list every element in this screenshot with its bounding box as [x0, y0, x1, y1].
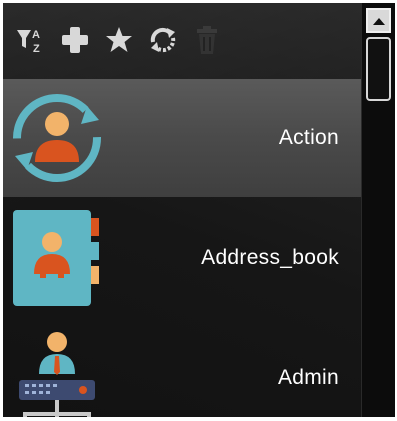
list-item-label: Address_book	[201, 246, 339, 269]
toolbar: A Z	[3, 3, 361, 77]
scroll-up-button[interactable]	[366, 8, 391, 33]
favorite-button[interactable]	[103, 24, 135, 56]
star-icon	[106, 27, 132, 52]
admin-network-icon	[19, 332, 95, 417]
delete-button[interactable]	[191, 24, 223, 56]
scroll-thumb[interactable]	[366, 37, 391, 101]
app-window: A Z Action Address_book Admin	[3, 3, 395, 417]
sort-letter-top: A	[32, 29, 40, 41]
sort-az-button[interactable]: A Z	[15, 24, 47, 56]
refresh-icon	[150, 27, 176, 53]
arrow-up-icon	[372, 17, 385, 25]
list-item-label: Admin	[277, 366, 339, 389]
refresh-button[interactable]	[147, 24, 179, 56]
sort-az-icon: A Z	[17, 29, 40, 55]
user-sync-icon	[13, 94, 101, 182]
list-item-action[interactable]: Action	[3, 79, 361, 197]
category-list: Action Address_book Admin	[3, 79, 361, 417]
vertical-scrollbar[interactable]	[361, 3, 395, 417]
address-book-icon	[13, 210, 99, 306]
add-button[interactable]	[59, 24, 91, 56]
list-item-admin[interactable]: Admin	[3, 319, 361, 417]
list-item-label: Action	[278, 126, 339, 149]
trash-icon	[197, 26, 217, 54]
list-item-address-book[interactable]: Address_book	[3, 199, 361, 317]
add-icon	[62, 27, 88, 53]
sort-letter-bottom: Z	[33, 43, 40, 55]
